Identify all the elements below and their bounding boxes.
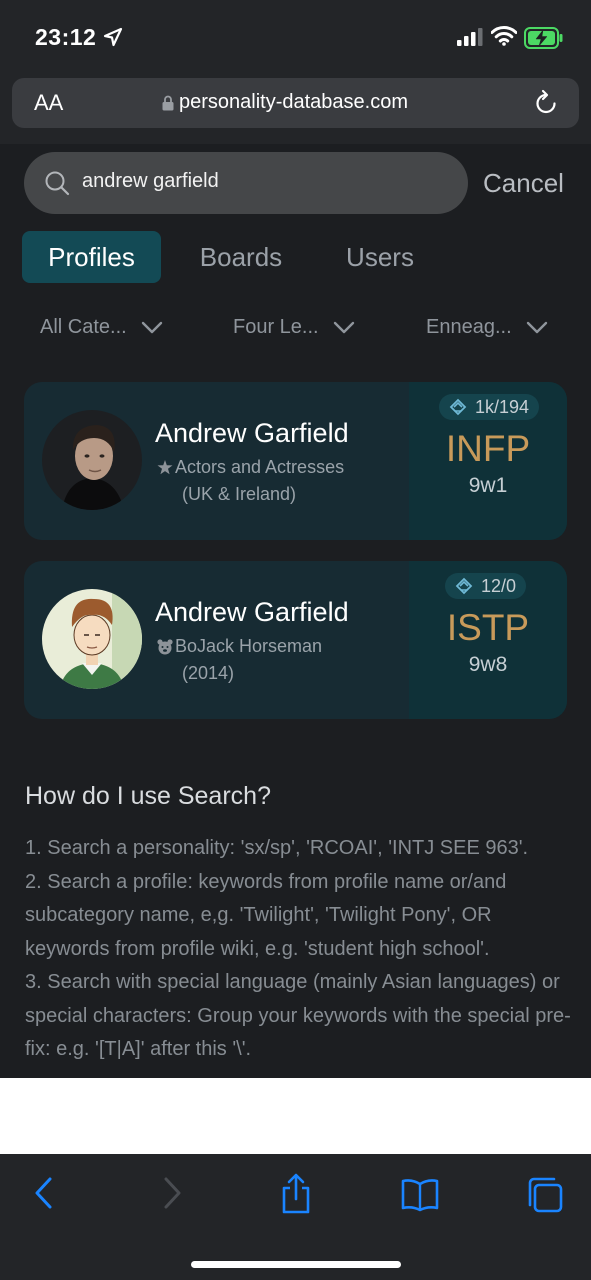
location-arrow-icon [103,27,123,47]
profile-name: Andrew Garfield [155,418,349,448]
personality-panel: 1k/194 INFP 9w1 [409,382,567,540]
profile-card[interactable]: Andrew Garfield BoJack Horseman (2014) 1… [24,561,567,719]
enneagram-type: 9w8 [468,653,508,676]
battery-charging-icon [524,27,563,49]
back-icon[interactable] [32,1176,56,1210]
help-body: 1. Search a personality: 'sx/sp', 'RCOAI… [25,832,573,1067]
cellular-signal-icon [457,28,483,46]
url-text: personality-database.com [179,91,409,113]
category-filter-label: All Cate... [40,316,127,338]
tab-profiles[interactable]: Profiles [22,231,161,283]
four-letter-filter-dropdown[interactable]: Four Le... [233,316,355,339]
category-line-1: BoJack Horseman [175,636,323,656]
mbti-type: ISTP [446,607,530,648]
category-filter-dropdown[interactable]: All Cate... [40,316,163,339]
tab-users[interactable]: Users [325,231,435,283]
actor-star-icon [157,460,173,475]
profile-category: Actors and Actresses (UK & Ireland) [155,454,344,508]
vote-count-badge: 1k/194 [439,394,540,420]
vote-icon [449,398,467,416]
category-line-2: (UK & Ireland) [182,484,297,504]
forward-icon[interactable] [160,1176,184,1210]
help-line: 1. Search a personality: 'sx/sp', 'RCOAI… [25,837,529,859]
help-section: How do I use Search? 1. Search a persona… [0,760,591,1078]
url-display[interactable]: personality-database.com [162,91,408,114]
blank-area [0,1078,591,1154]
mbti-type: INFP [445,428,531,469]
bookmarks-icon[interactable] [400,1178,440,1212]
help-line: 2. Search a profile: keywords from profi… [25,870,507,960]
four-letter-filter-label: Four Le... [233,316,319,338]
profile-name: Andrew Garfield [155,597,349,627]
enneagram-filter-dropdown[interactable]: Enneag... [426,316,548,339]
tabs-icon[interactable] [526,1176,564,1214]
category-line-1: Actors and Actresses [175,457,345,477]
vote-count: 12/0 [481,575,517,596]
bear-icon [157,639,173,655]
search-icon [45,171,70,196]
search-input[interactable]: andrew garfield [24,152,468,214]
cancel-button[interactable]: Cancel [483,168,564,199]
wifi-icon [491,26,517,46]
personality-panel: 12/0 ISTP 9w8 [409,561,567,719]
reload-icon[interactable] [533,89,559,117]
enneagram-filter-label: Enneag... [426,316,512,338]
search-query: andrew garfield [82,170,219,192]
vote-icon [455,577,473,595]
status-time: 23:12 [35,24,97,50]
tab-boards[interactable]: Boards [180,231,302,283]
chevron-down-icon [333,321,354,333]
share-icon[interactable] [280,1172,312,1214]
vote-count-badge: 12/0 [445,573,527,599]
text-size-label: AA [34,90,64,115]
home-indicator [191,1261,401,1268]
text-size-button[interactable]: AA [34,90,63,116]
help-line: 3. Search with special language (mainly … [25,971,571,1060]
profile-category: BoJack Horseman (2014) [155,633,322,687]
help-title: How do I use Search? [25,782,271,810]
address-bar[interactable]: AA personality-database.com [12,78,579,128]
avatar [42,589,142,689]
browser-address-area: AA personality-database.com [0,76,591,144]
chevron-down-icon [526,321,547,333]
enneagram-type: 9w1 [468,474,508,497]
vote-count: 1k/194 [475,396,530,417]
avatar [42,410,142,510]
status-bar: 23:12 [0,0,591,76]
lock-icon [162,95,174,110]
chevron-down-icon [141,321,162,333]
profile-card[interactable]: Andrew Garfield Actors and Actresses (UK… [24,382,567,540]
category-line-2: (2014) [182,663,235,683]
